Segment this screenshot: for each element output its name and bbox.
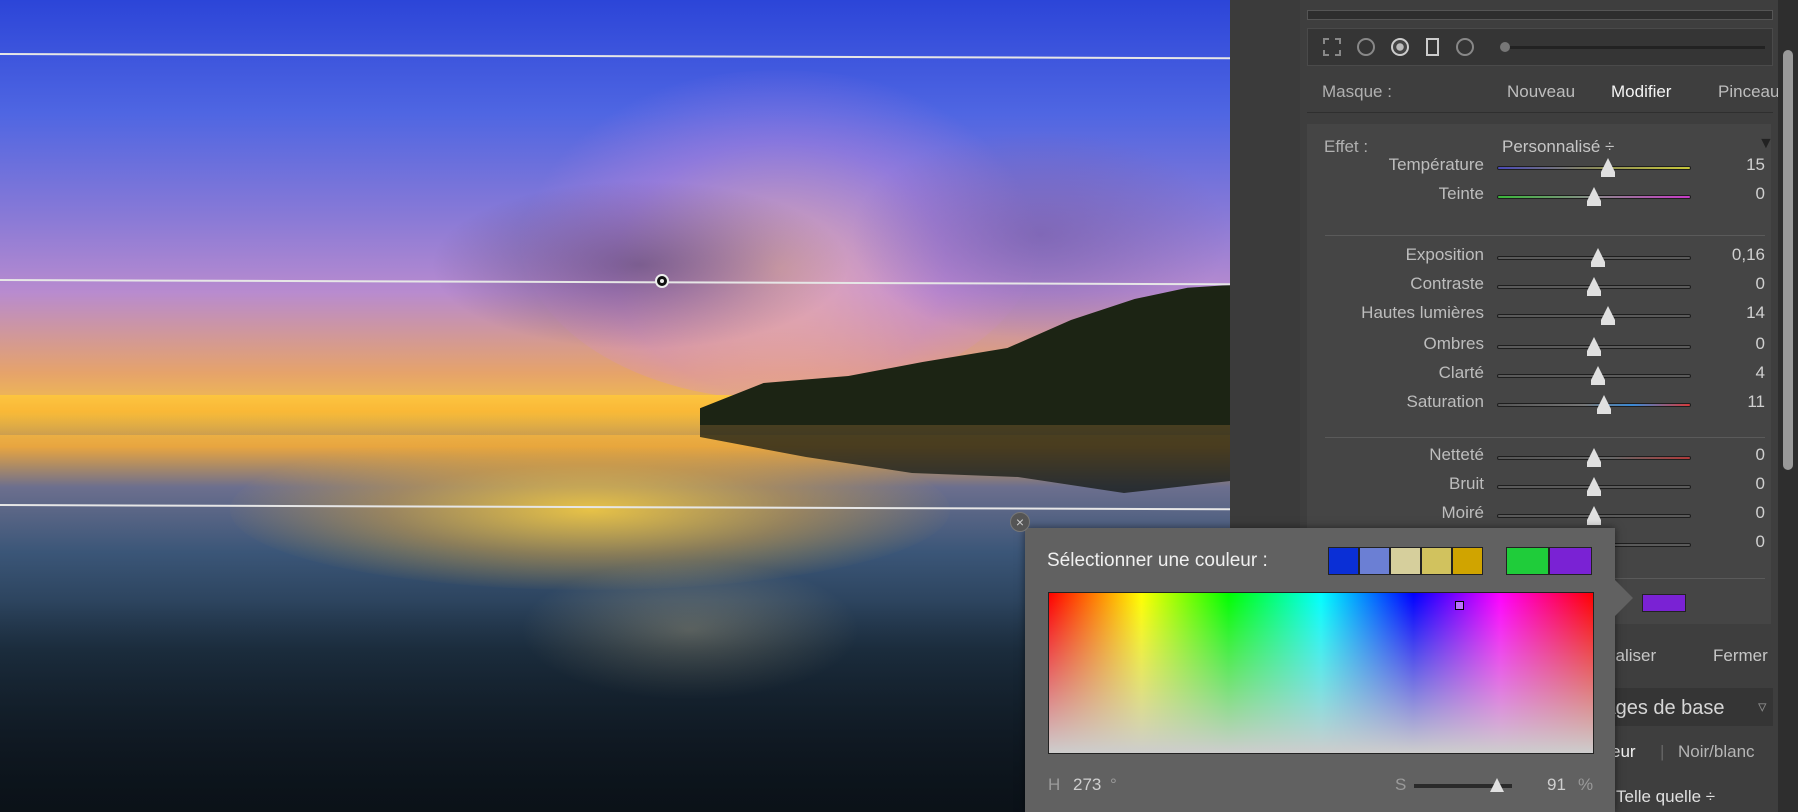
radial-filter-icon[interactable] [1357,38,1375,56]
hue-label: H [1048,775,1061,794]
color-swatch[interactable] [1452,547,1483,575]
slider-value[interactable]: 15 [1705,155,1765,175]
sat-unit: % [1578,775,1594,794]
slider-value[interactable]: 0 [1705,334,1765,354]
color-spectrum[interactable] [1048,592,1594,754]
close-button[interactable]: Fermer [1713,646,1768,666]
color-swatch[interactable] [1328,547,1359,575]
slider-label: Moiré [1441,503,1484,522]
slider-thumb[interactable] [1587,448,1601,467]
mask-edit-button[interactable]: Modifier [1611,82,1671,102]
gradient-pin[interactable] [655,274,669,288]
sat-value[interactable]: 91 [1547,775,1566,795]
slider-label: Teinte [1438,184,1484,203]
mask-new-button[interactable]: Nouveau [1507,82,1575,102]
color-swatch[interactable] [1359,547,1390,575]
treatment-bw-tab[interactable]: Noir/blanc [1678,742,1755,762]
panel-top-strip [1307,10,1773,20]
slider-value[interactable]: 4 [1705,363,1765,383]
circle-icon[interactable] [1456,38,1474,56]
slider-label: Bruit [1449,474,1484,493]
scrollbar-thumb[interactable] [1783,50,1793,470]
slider-thumb[interactable] [1596,395,1611,414]
slider-label: Température [1388,155,1484,174]
slider-label: Hautes lumières [1361,303,1484,322]
separator-2 [1325,437,1765,438]
slider-thumb[interactable] [1587,506,1601,525]
slider-value[interactable]: 0 [1705,474,1765,494]
hue-value[interactable]: 273 [1073,775,1101,795]
slider-track[interactable] [1497,166,1691,170]
spectrum-cursor[interactable] [1455,601,1464,610]
picker-title: Sélectionner une couleur : [1047,550,1268,571]
color-swatch[interactable] [1421,547,1452,575]
slider-label: Exposition [1405,245,1484,264]
slider-label: Contraste [1410,274,1484,293]
mask-brush-button[interactable]: Pinceau [1718,82,1779,102]
profile-select[interactable]: Telle quelle ÷ [1616,787,1715,807]
separator-1 [1325,235,1765,236]
recent-color-swatch[interactable] [1549,547,1592,575]
slider-thumb[interactable] [1590,248,1605,267]
saturation-thumb[interactable] [1490,778,1504,792]
hue-unit: ° [1110,775,1117,794]
popover-arrow [1615,580,1633,616]
slider-thumb[interactable] [1590,366,1605,385]
sat-label: S [1395,775,1407,794]
slider-track[interactable] [1497,314,1691,318]
slider-thumb[interactable] [1587,477,1601,496]
basic-collapse-icon[interactable]: ▿ [1758,697,1767,717]
slider-value[interactable]: 11 [1705,392,1765,412]
slider-label: Clarté [1438,363,1484,382]
slider-value[interactable]: 0 [1705,184,1765,204]
slider-thumb[interactable] [1587,187,1601,206]
picker-close-button[interactable]: × [1010,512,1030,532]
color-swatch[interactable] [1390,547,1421,575]
slider-value[interactable]: 0 [1705,274,1765,294]
slider-value[interactable]: 0 [1705,532,1765,552]
slider-thumb[interactable] [1600,158,1615,177]
mask-color-chip[interactable] [1642,594,1686,612]
slider-value[interactable]: 0 [1705,503,1765,523]
brush-icon[interactable] [1391,38,1409,56]
effect-label: Effet : [1324,137,1369,156]
mask-toolbar [1307,28,1773,66]
toolbar-slider[interactable] [1500,42,1765,52]
mask-row: Masque : Nouveau Modifier Pinceau [1307,72,1779,113]
slider-thumb[interactable] [1587,277,1601,296]
slider-value[interactable]: 0,16 [1705,245,1765,265]
cloud-dark [430,180,850,350]
slider-thumb[interactable] [1600,306,1615,325]
effect-preset-select[interactable]: Personnalisé ÷ [1502,137,1614,157]
slider-value[interactable]: 0 [1705,445,1765,465]
mask-label: Masque : [1322,82,1392,101]
slider-value[interactable]: 14 [1705,303,1765,323]
collapse-triangle-icon[interactable]: ▼ [1758,135,1774,153]
slider-label: Saturation [1406,392,1485,411]
slider-track[interactable] [1497,403,1691,407]
slider-label: Ombres [1423,334,1484,353]
tab-divider: | [1660,742,1665,761]
recent-color-swatch[interactable] [1506,547,1549,575]
slider-thumb[interactable] [1587,337,1601,356]
slider-label: Netteté [1429,445,1484,464]
range-mask-icon[interactable] [1426,38,1439,56]
graduated-filter-icon[interactable] [1323,38,1341,56]
basic-panel-title[interactable]: lages de base [1600,697,1725,720]
